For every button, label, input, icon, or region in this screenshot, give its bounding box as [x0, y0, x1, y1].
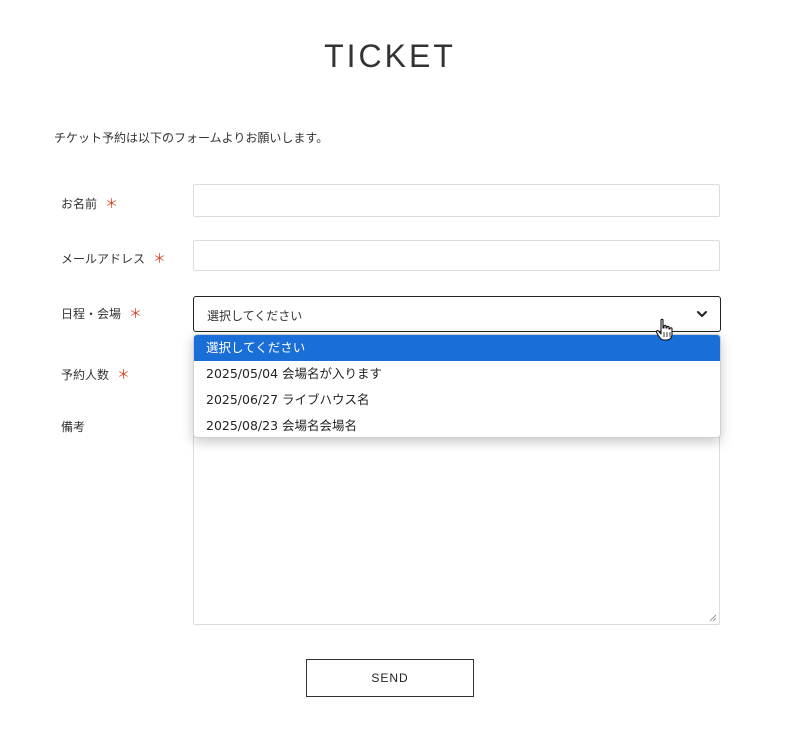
name-label-text: お名前 — [61, 197, 98, 211]
event-label-text: 日程・会場 — [61, 307, 122, 321]
intro-text: チケット予約は以下のフォームよりお願いします。 — [54, 131, 329, 145]
event-select[interactable]: 選択してください — [193, 296, 721, 332]
event-select-value: 選択してください — [207, 309, 303, 323]
count-label: 予約人数 ＊ — [61, 364, 130, 383]
chevron-down-icon — [697, 311, 707, 317]
required-mark: ＊ — [129, 307, 143, 322]
page-title: TICKET — [324, 38, 456, 74]
email-input[interactable] — [193, 240, 720, 271]
name-label: お名前 ＊ — [61, 193, 118, 212]
notes-label-text: 備考 — [61, 420, 86, 434]
notes-label: 備考 — [61, 418, 85, 435]
event-option[interactable]: 2025/05/04 会場名が入ります — [194, 361, 720, 387]
send-button[interactable]: SEND — [306, 659, 474, 697]
required-mark: ＊ — [153, 252, 167, 267]
required-mark: ＊ — [105, 197, 119, 212]
event-dropdown: 選択してください 2025/05/04 会場名が入ります 2025/06/27 … — [193, 334, 721, 438]
required-mark: ＊ — [117, 368, 131, 383]
email-label: メールアドレス ＊ — [61, 248, 166, 267]
hand-pointer-icon — [655, 318, 673, 341]
event-label: 日程・会場 ＊ — [61, 303, 142, 322]
email-label-text: メールアドレス — [61, 252, 146, 266]
event-option[interactable]: 2025/06/27 ライブハウス名 — [194, 387, 720, 413]
count-label-text: 予約人数 — [61, 368, 110, 382]
event-option[interactable]: 選択してください — [194, 335, 720, 361]
name-input[interactable] — [193, 184, 720, 217]
event-option[interactable]: 2025/08/23 会場名会場名 — [194, 413, 720, 437]
resize-handle-icon[interactable] — [709, 614, 717, 622]
